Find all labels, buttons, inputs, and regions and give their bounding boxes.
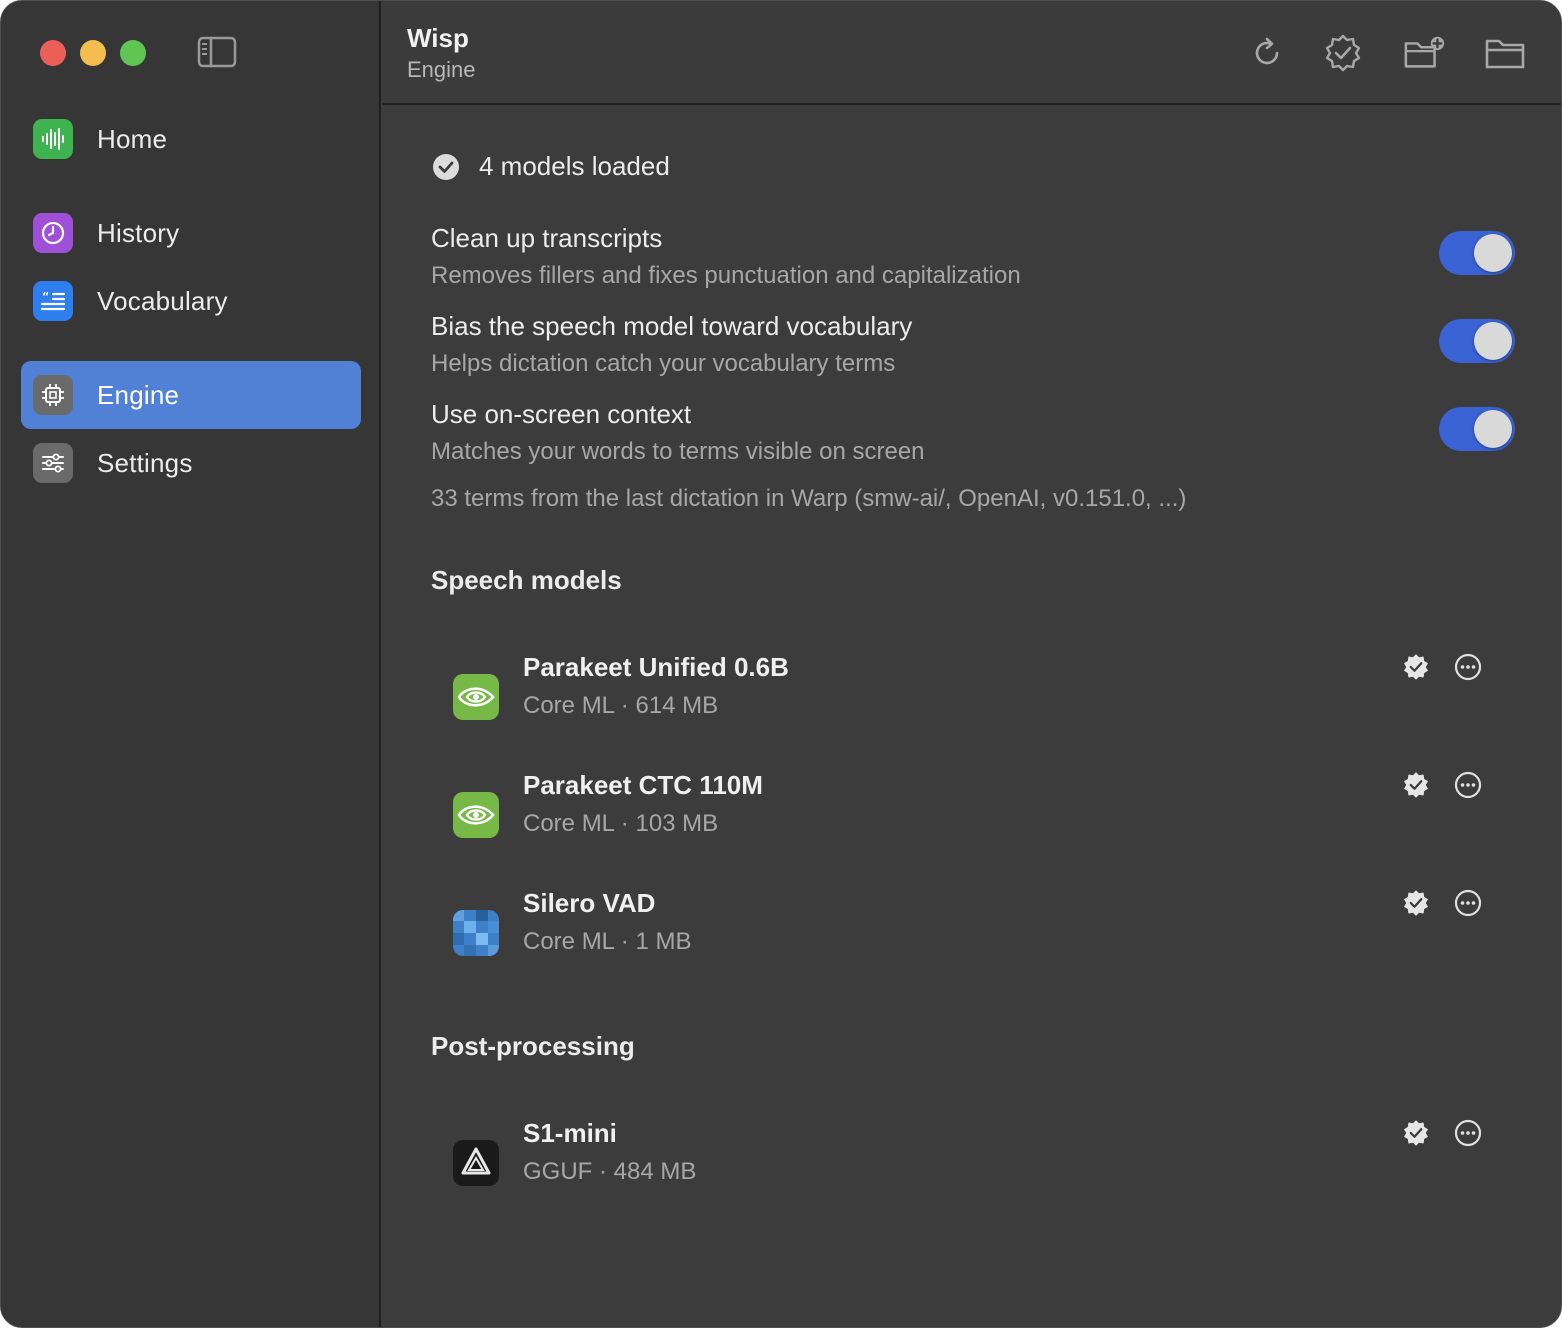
sidebar-item-home[interactable]: Home — [21, 105, 361, 173]
more-options-button[interactable] — [1453, 652, 1483, 682]
sidebar-item-label: Home — [97, 123, 168, 154]
setting-description: Helps dictation catch your vocabulary te… — [431, 350, 896, 377]
verified-badge-icon — [1325, 34, 1361, 72]
silero-icon — [453, 910, 499, 956]
setting-title: Bias the speech model toward vocabulary — [431, 311, 913, 341]
app-window: Home History “ Vocabulary Engine Setting… — [0, 0, 1562, 1328]
s1-icon — [453, 1140, 499, 1186]
close-window-button[interactable] — [40, 40, 66, 66]
model-name: Silero VAD — [523, 888, 656, 918]
more-options-button[interactable] — [1453, 1118, 1483, 1148]
refresh-icon — [1255, 37, 1279, 65]
on-screen-context-toggle[interactable] — [1439, 407, 1515, 451]
nvidia-icon — [453, 792, 499, 838]
verified-badge-icon — [1401, 1118, 1431, 1148]
terms-note: 33 terms from the last dictation in Warp… — [431, 485, 1187, 512]
refresh-button[interactable] — [1245, 31, 1289, 75]
model-meta: Core ML · 103 MB — [523, 810, 719, 837]
setting-title: Use on-screen context — [431, 399, 692, 429]
minimize-window-button[interactable] — [80, 40, 106, 66]
sidebar: Home History “ Vocabulary Engine Setting… — [1, 1, 381, 1327]
model-name: S1-mini — [523, 1118, 617, 1148]
zoom-window-button[interactable] — [120, 40, 146, 66]
setting-description: Removes fillers and fixes punctuation an… — [431, 262, 1021, 289]
setting-on-screen-context: Use on-screen context Matches your words… — [431, 399, 1521, 466]
setting-title: Clean up transcripts — [431, 223, 663, 253]
verified-badge-icon — [1401, 770, 1431, 800]
check-circle-icon — [433, 153, 459, 180]
model-row: Silero VAD Core ML · 1 MB — [453, 888, 1493, 978]
model-meta: Core ML · 1 MB — [523, 928, 692, 955]
chip-icon — [33, 375, 73, 415]
sidebar-item-label: Engine — [97, 379, 180, 410]
section-title-post-processing: Post-processing — [431, 1031, 635, 1061]
folder-icon — [1485, 39, 1525, 69]
waveform-icon — [33, 119, 73, 159]
setting-bias-vocabulary: Bias the speech model toward vocabulary … — [431, 311, 1521, 378]
sliders-icon — [33, 443, 73, 483]
add-folder-button[interactable] — [1403, 31, 1447, 75]
open-folder-button[interactable] — [1483, 31, 1527, 75]
ellipsis-circle-icon — [1454, 1119, 1482, 1147]
model-name: Parakeet Unified 0.6B — [523, 652, 789, 682]
sidebar-item-settings[interactable]: Settings — [21, 429, 361, 497]
model-meta: Core ML · 614 MB — [523, 692, 719, 719]
sidebar-item-label: Settings — [97, 447, 193, 478]
nvidia-icon — [453, 674, 499, 720]
model-row: Parakeet CTC 110M Core ML · 103 MB — [453, 770, 1493, 860]
model-row: S1-mini GGUF · 484 MB — [453, 1118, 1493, 1208]
model-name: Parakeet CTC 110M — [523, 770, 763, 800]
ellipsis-circle-icon — [1454, 889, 1482, 917]
sidebar-item-label: Vocabulary — [97, 285, 228, 316]
sidebar-item-history[interactable]: History — [21, 199, 361, 267]
sidebar-item-vocabulary[interactable]: “ Vocabulary — [21, 267, 361, 335]
model-row: Parakeet Unified 0.6B Core ML · 614 MB — [453, 652, 1493, 742]
clock-icon — [33, 213, 73, 253]
add-folder-icon — [1404, 36, 1445, 68]
more-options-button[interactable] — [1453, 770, 1483, 800]
verified-badge-icon — [1401, 652, 1431, 682]
sidebar-toggle-icon[interactable] — [197, 36, 237, 73]
model-meta: GGUF · 484 MB — [523, 1158, 697, 1185]
setting-description: Matches your words to terms visible on s… — [431, 438, 925, 465]
verified-badge-icon — [1401, 888, 1431, 918]
main-content: Wisp Engine 4 models loaded Clean up tra… — [383, 1, 1561, 1327]
sidebar-item-label: History — [97, 217, 180, 248]
more-options-button[interactable] — [1453, 888, 1483, 918]
ellipsis-circle-icon — [1454, 653, 1482, 681]
page-subtitle: Engine — [407, 57, 476, 82]
setting-clean-up: Clean up transcripts Removes fillers and… — [431, 223, 1521, 290]
status-text: 4 models loaded — [479, 151, 670, 181]
clean-up-toggle[interactable] — [1439, 231, 1515, 275]
quote-list-icon: “ — [33, 281, 73, 321]
verify-button[interactable] — [1321, 31, 1365, 75]
ellipsis-circle-icon — [1454, 771, 1482, 799]
bias-vocabulary-toggle[interactable] — [1439, 319, 1515, 363]
models-status: 4 models loaded — [431, 151, 670, 182]
section-title-speech-models: Speech models — [431, 565, 622, 595]
toolbar: Wisp Engine — [383, 1, 1561, 105]
app-title: Wisp — [407, 23, 469, 53]
sidebar-item-engine[interactable]: Engine — [21, 361, 361, 429]
svg-text:“: “ — [42, 290, 49, 303]
